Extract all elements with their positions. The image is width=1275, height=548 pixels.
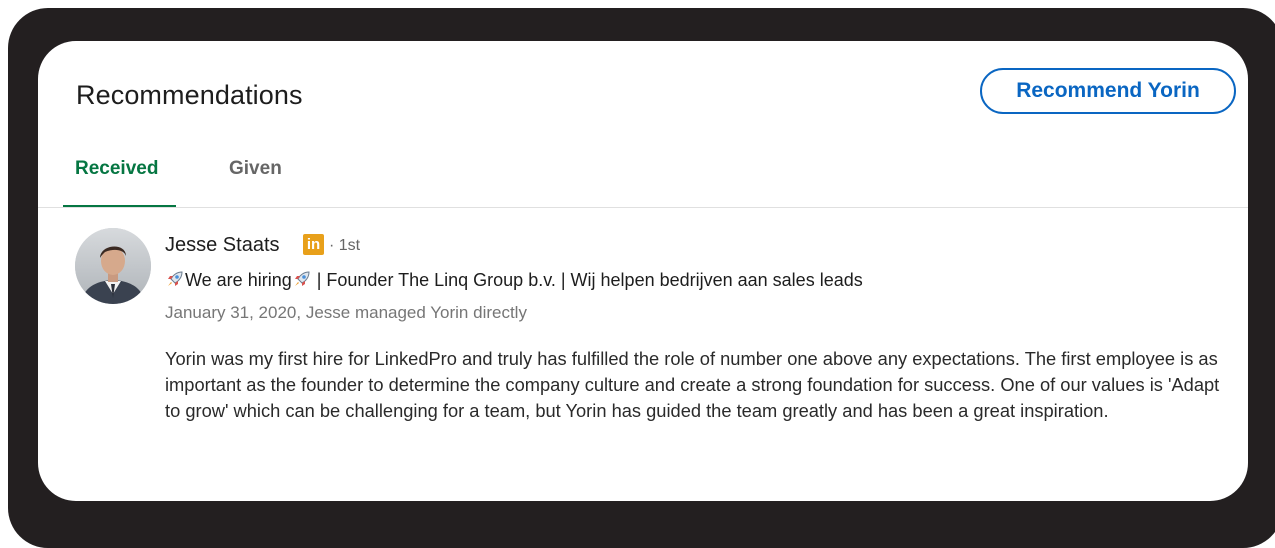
recommendation-date: January 31, 2020, Jesse managed Yorin di… xyxy=(165,303,527,322)
recommender-headline: We are hiring | Founder The Linq Group b… xyxy=(165,269,863,291)
connection-degree: · 1st xyxy=(329,237,361,254)
headline-hiring-text: We are hiring xyxy=(185,270,292,290)
recommendations-card: Recommendations Recommend Yorin Received… xyxy=(38,41,1248,501)
recommendation-text: Yorin was my first hire for LinkedPro an… xyxy=(165,348,1220,421)
person-photo-icon xyxy=(75,228,151,304)
avatar[interactable] xyxy=(75,228,151,304)
recommend-button[interactable]: Recommend Yorin xyxy=(980,68,1236,114)
tabs-divider xyxy=(38,207,1248,208)
tab-given[interactable]: Given xyxy=(229,158,282,180)
section-title: Recommendations xyxy=(76,80,303,110)
rocket-icon xyxy=(294,271,310,286)
linkedin-badge-icon: in xyxy=(303,234,324,255)
recommender-name[interactable]: Jesse Staats xyxy=(165,234,280,257)
rocket-icon xyxy=(168,271,183,286)
headline-role-text: | Founder The Linq Group b.v. | Wij help… xyxy=(311,270,863,290)
screenshot-frame: Recommendations Recommend Yorin Received… xyxy=(0,0,1275,548)
tab-received[interactable]: Received xyxy=(75,158,158,180)
recommendation-tabs: Received Given xyxy=(38,141,1248,208)
